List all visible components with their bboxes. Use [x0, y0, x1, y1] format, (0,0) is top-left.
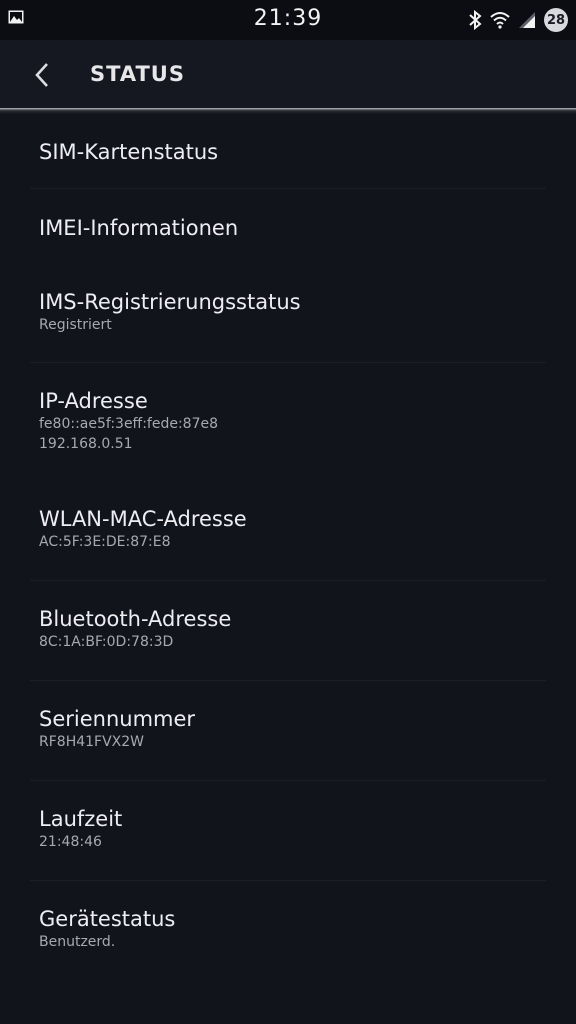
list-item-bluetooth-address[interactable]: Bluetooth-Adresse 8C:1A:BF:0D:78:3D — [30, 581, 546, 681]
back-arrow-icon[interactable] — [28, 60, 58, 90]
status-bar: 21:39 28 — [0, 0, 576, 40]
wifi-icon — [490, 12, 510, 29]
list-item-serial-number[interactable]: Seriennummer RF8H41FVX2W — [30, 681, 546, 781]
list-item-value: Benutzerd. — [39, 934, 116, 950]
list-item-label: IP-Adresse — [39, 389, 148, 413]
list-item-value: fe80::ae5f:3eff:fede:87e8 — [39, 416, 219, 432]
list-item-value: Registriert — [39, 317, 112, 333]
list-item-sim-status[interactable]: SIM-Kartenstatus — [30, 114, 546, 189]
list-item-value: 21:48:46 — [39, 834, 102, 850]
list-item-imei[interactable]: IMEI-Informationen — [30, 189, 546, 263]
status-icons: 28 — [468, 7, 568, 33]
signal-icon — [519, 12, 535, 28]
page-title: STATUS — [90, 62, 185, 86]
list-item-label: IMEI-Informationen — [39, 216, 239, 240]
list-item-label: Gerätestatus — [39, 907, 176, 931]
list-item-ip-address[interactable]: IP-Adresse fe80::ae5f:3eff:fede:87e8 192… — [30, 363, 546, 481]
list-item-label: Seriennummer — [39, 707, 196, 731]
list-item-label: SIM-Kartenstatus — [39, 140, 219, 164]
list-item-value-secondary: 192.168.0.51 — [39, 436, 133, 452]
list-item-value: AC:5F:3E:DE:87:E8 — [39, 534, 171, 550]
battery-icon: 28 — [544, 8, 568, 32]
app-bar: STATUS — [0, 40, 576, 110]
bluetooth-icon — [469, 10, 482, 30]
list-item-device-status[interactable]: Gerätestatus Benutzerd. — [30, 881, 546, 980]
list-item-uptime[interactable]: Laufzeit 21:48:46 — [30, 781, 546, 881]
list-item-wlan-mac[interactable]: WLAN-MAC-Adresse AC:5F:3E:DE:87:E8 — [30, 481, 546, 581]
list-item-value: RF8H41FVX2W — [39, 734, 144, 750]
list-item-label: WLAN-MAC-Adresse — [39, 507, 247, 531]
status-list: SIM-Kartenstatus IMEI-Informationen IMS-… — [0, 114, 576, 980]
list-item-value: 8C:1A:BF:0D:78:3D — [39, 634, 174, 650]
list-item-label: Laufzeit — [39, 807, 123, 831]
list-item-ims-status[interactable]: IMS-Registrierungsstatus Registriert — [30, 263, 546, 363]
list-item-label: Bluetooth-Adresse — [39, 607, 232, 631]
list-item-label: IMS-Registrierungsstatus — [39, 290, 301, 314]
